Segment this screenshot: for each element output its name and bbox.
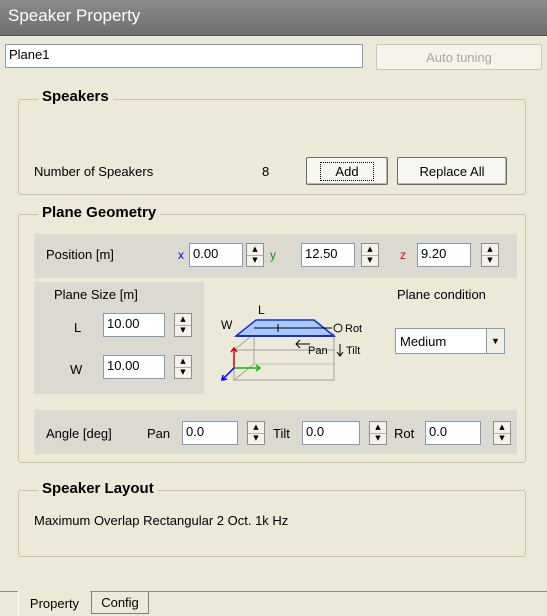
spin-down-icon[interactable]: ▼ (175, 326, 191, 337)
plane-length-input[interactable]: 10.00 (103, 313, 165, 337)
add-button-label: Add (320, 161, 374, 181)
speaker-layout-group-title: Speaker Layout (38, 480, 158, 497)
pan-input[interactable]: 0.0 (182, 421, 238, 445)
spin-up-icon[interactable]: ▲ (175, 356, 191, 368)
x-axis-arrow (221, 367, 235, 381)
plane-length-label: L (74, 320, 82, 335)
plane-condition-select[interactable]: Medium ▼ (395, 328, 505, 354)
number-of-speakers-label: Number of Speakers (34, 164, 154, 179)
spin-up-icon[interactable]: ▲ (370, 422, 386, 434)
add-button[interactable]: Add (306, 157, 388, 185)
plane-geometry-group-title: Plane Geometry (38, 204, 161, 221)
spin-down-icon[interactable]: ▼ (482, 256, 498, 267)
plane-length-spinner[interactable]: ▲ ▼ (174, 313, 192, 337)
tilt-label: Tilt (273, 426, 290, 441)
spin-up-icon[interactable]: ▲ (247, 244, 263, 256)
rot-input[interactable]: 0.0 (425, 421, 481, 445)
diagram-w-label: W (221, 318, 233, 332)
spin-down-icon[interactable]: ▼ (494, 434, 510, 445)
plane-name-input[interactable]: Plane1 (5, 44, 363, 68)
x-axis-label: x (178, 248, 184, 262)
spin-down-icon[interactable]: ▼ (175, 368, 191, 379)
chevron-down-icon[interactable]: ▼ (486, 329, 504, 353)
tab-property[interactable]: Property (18, 590, 90, 616)
spin-up-icon[interactable]: ▲ (482, 244, 498, 256)
spin-down-icon[interactable]: ▼ (362, 256, 378, 267)
plane-width-spinner[interactable]: ▲ ▼ (174, 355, 192, 379)
spin-up-icon[interactable]: ▲ (362, 244, 378, 256)
spin-up-icon[interactable]: ▲ (494, 422, 510, 434)
position-x-spinner[interactable]: ▲ ▼ (246, 243, 264, 267)
y-axis-label: y (270, 248, 276, 262)
auto-tuning-button[interactable]: Auto tuning (376, 44, 542, 70)
z-axis-label: z (400, 248, 406, 262)
spin-down-icon[interactable]: ▼ (248, 434, 264, 445)
plane-condition-label: Plane condition (397, 287, 486, 302)
position-y-input[interactable]: 12.50 (301, 243, 355, 267)
title-bar: Speaker Property (0, 0, 547, 36)
speakers-group-title: Speakers (38, 88, 113, 105)
number-of-speakers-value: 8 (262, 164, 270, 179)
position-y-spinner[interactable]: ▲ ▼ (361, 243, 379, 267)
position-x-input[interactable]: 0.00 (189, 243, 243, 267)
diagram-tilt-label: Tilt (346, 345, 360, 357)
position-z-input[interactable]: 9.20 (417, 243, 471, 267)
pan-label: Pan (147, 426, 171, 441)
plane-size-label: Plane Size [m] (54, 287, 138, 302)
spin-up-icon[interactable]: ▲ (248, 422, 264, 434)
position-label: Position [m] (46, 247, 114, 262)
rot-symbol-icon (333, 323, 343, 333)
diagram-rot-label: Rot (345, 323, 362, 335)
rot-label: Rot (394, 426, 415, 441)
window-title: Speaker Property (8, 6, 141, 25)
speaker-layout-text: Maximum Overlap Rectangular 2 Oct. 1k Hz (34, 513, 289, 528)
tab-config[interactable]: Config (91, 592, 149, 614)
rot-spinner[interactable]: ▲ ▼ (493, 421, 511, 445)
angle-label: Angle [deg] (46, 426, 112, 441)
spin-down-icon[interactable]: ▼ (370, 434, 386, 445)
spin-down-icon[interactable]: ▼ (247, 256, 263, 267)
plane-width-input[interactable]: 10.00 (103, 355, 165, 379)
tilt-input[interactable]: 0.0 (302, 421, 360, 445)
plane-geometry-diagram: W L Rot Pan Tilt (221, 303, 362, 381)
plane-condition-value: Medium (400, 333, 447, 349)
spin-up-icon[interactable]: ▲ (175, 314, 191, 326)
diagram-pan-label: Pan (308, 345, 328, 357)
pan-spinner[interactable]: ▲ ▼ (247, 421, 265, 445)
tilt-spinner[interactable]: ▲ ▼ (369, 421, 387, 445)
replace-all-button[interactable]: Replace All (397, 157, 507, 185)
diagram-l-label: L (258, 303, 265, 317)
box-bottom-edge (233, 363, 255, 381)
position-z-spinner[interactable]: ▲ ▼ (481, 243, 499, 267)
plane-width-label: W (70, 362, 83, 377)
